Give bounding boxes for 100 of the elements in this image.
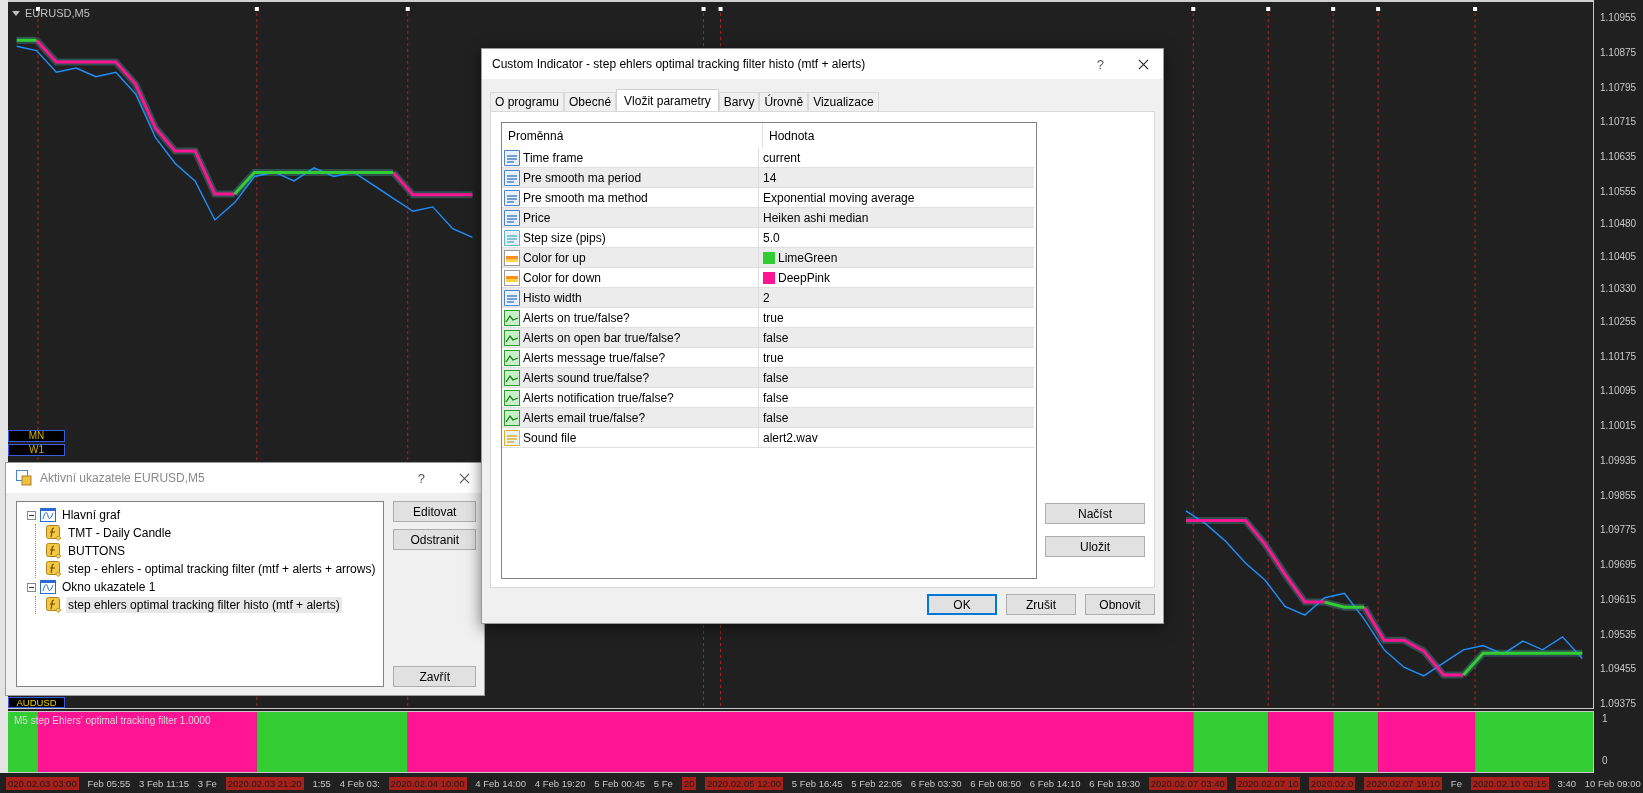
- time-label: 1:55: [312, 776, 331, 790]
- time-label: 3:40: [1557, 776, 1576, 790]
- tree-item[interactable]: Hlavní graf: [60, 507, 123, 523]
- help-button[interactable]: ?: [417, 470, 425, 486]
- price-label: 1.09855: [1600, 489, 1637, 502]
- tree-item[interactable]: step ehlers optimal tracking filter histo (mtf + alerts): [66, 597, 342, 613]
- time-label: 4 Feb 03:: [339, 776, 380, 790]
- dialog-button[interactable]: OK: [927, 594, 997, 615]
- symbol-button[interactable]: AUDUSD: [8, 697, 65, 708]
- line-chart-icon: [504, 369, 520, 386]
- dialog-button[interactable]: Odstranit: [393, 529, 476, 550]
- collapse-icon[interactable]: [27, 582, 36, 592]
- function-icon: [46, 597, 62, 613]
- time-label: 5 Fe: [653, 776, 673, 790]
- timeframe-button[interactable]: MN: [8, 430, 65, 442]
- time-label: 2020.02.10 03:15: [1470, 776, 1549, 790]
- time-label: 4 Feb 19:20: [534, 776, 586, 790]
- price-label: 1.09615: [1600, 593, 1637, 606]
- price-label: 1.10175: [1600, 350, 1637, 363]
- time-label: 10 Feb 09:00: [1584, 776, 1641, 790]
- line-chart-icon: [504, 309, 520, 326]
- price-label: 1.10875: [1600, 46, 1637, 59]
- column-header[interactable]: Proměnná: [502, 123, 762, 148]
- close-icon[interactable]: [459, 472, 470, 484]
- column-header[interactable]: Hodnota: [762, 123, 1036, 148]
- time-label: 020.02.03 03:00: [6, 776, 79, 790]
- parameter-value[interactable]: LimeGreen: [778, 250, 838, 265]
- function-icon: [46, 543, 62, 559]
- tree-item[interactable]: Okno ukazatele 1: [60, 579, 158, 595]
- time-label: 2020.02.07 10: [1235, 776, 1301, 790]
- time-label: 3 Fe: [197, 776, 217, 790]
- price-label: 1.09535: [1600, 628, 1637, 641]
- parameter-value[interactable]: 2: [763, 290, 770, 305]
- close-icon[interactable]: [1138, 58, 1149, 70]
- collapse-icon[interactable]: [27, 510, 36, 520]
- line-chart-icon: [504, 389, 520, 406]
- axis-label: 0: [1602, 755, 1609, 767]
- tab[interactable]: Vizualizace: [808, 92, 879, 111]
- price-label: 1.10955: [1600, 12, 1637, 25]
- palette-icon: [504, 269, 520, 286]
- tab[interactable]: Vložit parametry: [616, 89, 719, 111]
- dialog-button[interactable]: Zrušit: [1006, 594, 1076, 615]
- help-button[interactable]: ?: [1096, 56, 1104, 72]
- parameter-value[interactable]: alert2.wav: [763, 430, 818, 445]
- parameter-value[interactable]: false: [763, 330, 789, 345]
- dialog-button[interactable]: Načíst: [1045, 503, 1145, 524]
- function-icon: [46, 561, 62, 577]
- dialog-button[interactable]: Uložit: [1045, 536, 1145, 557]
- tab[interactable]: Úrovně: [759, 92, 809, 111]
- parameter-value[interactable]: true: [763, 350, 784, 365]
- parameter-name: Color for up: [523, 250, 586, 265]
- time-label: 6 Feb 14:10: [1029, 776, 1081, 790]
- price-label: 1.10555: [1600, 185, 1637, 198]
- time-label: 6 Feb 08:50: [970, 776, 1021, 790]
- indicator-icon: [16, 470, 32, 486]
- parameter-value[interactable]: false: [763, 390, 789, 405]
- parameter-name: Histo width: [523, 290, 582, 305]
- parameter-value[interactable]: Heiken ashi median: [763, 210, 869, 225]
- close-button[interactable]: Zavřít: [393, 666, 476, 687]
- tab[interactable]: Obecné: [564, 92, 617, 111]
- time-label: 2020.02.04 10:00: [388, 776, 467, 790]
- palette-icon: [504, 249, 520, 266]
- price-label: 1.09455: [1600, 663, 1637, 676]
- tree-item[interactable]: TMT - Daily Candle: [66, 525, 174, 541]
- tree-item[interactable]: step - ehlers - optimal tracking filter (mtf + alerts + arrows): [66, 561, 378, 577]
- document-icon: [504, 189, 520, 206]
- time-label: 20: [681, 776, 697, 790]
- price-label: 1.09695: [1600, 559, 1637, 572]
- parameter-value[interactable]: 14: [763, 170, 777, 185]
- time-label: 2020.02.0: [1309, 776, 1356, 790]
- dialog-button[interactable]: Obnovit: [1085, 594, 1155, 615]
- dropdown-icon[interactable]: [12, 10, 20, 16]
- price-label: 1.09375: [1600, 698, 1637, 711]
- line-chart-icon: [504, 409, 520, 426]
- document-icon: [504, 169, 520, 186]
- parameter-value[interactable]: true: [763, 310, 784, 325]
- tab[interactable]: Barvy: [718, 92, 760, 111]
- tree-item[interactable]: BUTTONS: [66, 543, 128, 559]
- axis-label: 1: [1602, 713, 1609, 725]
- parameter-name: Pre smooth ma period: [523, 170, 642, 185]
- parameter-value[interactable]: false: [763, 370, 789, 385]
- timeframe-button[interactable]: W1: [8, 444, 65, 456]
- price-label: 1.10330: [1600, 283, 1637, 296]
- parameter-value[interactable]: current: [763, 150, 801, 165]
- price-label: 1.10480: [1600, 218, 1637, 231]
- parameter-value[interactable]: 5.0: [763, 230, 780, 245]
- parameter-value[interactable]: DeepPink: [778, 270, 831, 285]
- time-label: 5 Feb 16:45: [791, 776, 843, 790]
- time-label: 6 Feb 03:30: [910, 776, 962, 790]
- time-label: 2020.02.03 21:20: [225, 776, 304, 790]
- price-label: 1.10635: [1600, 151, 1637, 163]
- tab[interactable]: O programu: [490, 92, 565, 111]
- price-label: 1.10255: [1600, 316, 1637, 328]
- parameter-name: Alerts sound true/false?: [523, 370, 650, 385]
- chart-title[interactable]: EURUSD,M5: [12, 7, 90, 19]
- window-title: Custom Indicator - step ehlers optimal tracking filter histo (mtf + alerts): [492, 57, 867, 71]
- parameter-value[interactable]: false: [763, 410, 789, 425]
- dialog-button[interactable]: Editovat: [393, 501, 476, 522]
- parameter-value[interactable]: Exponential moving average: [763, 190, 915, 205]
- time-label: 2020.02.05 12:00: [705, 776, 783, 790]
